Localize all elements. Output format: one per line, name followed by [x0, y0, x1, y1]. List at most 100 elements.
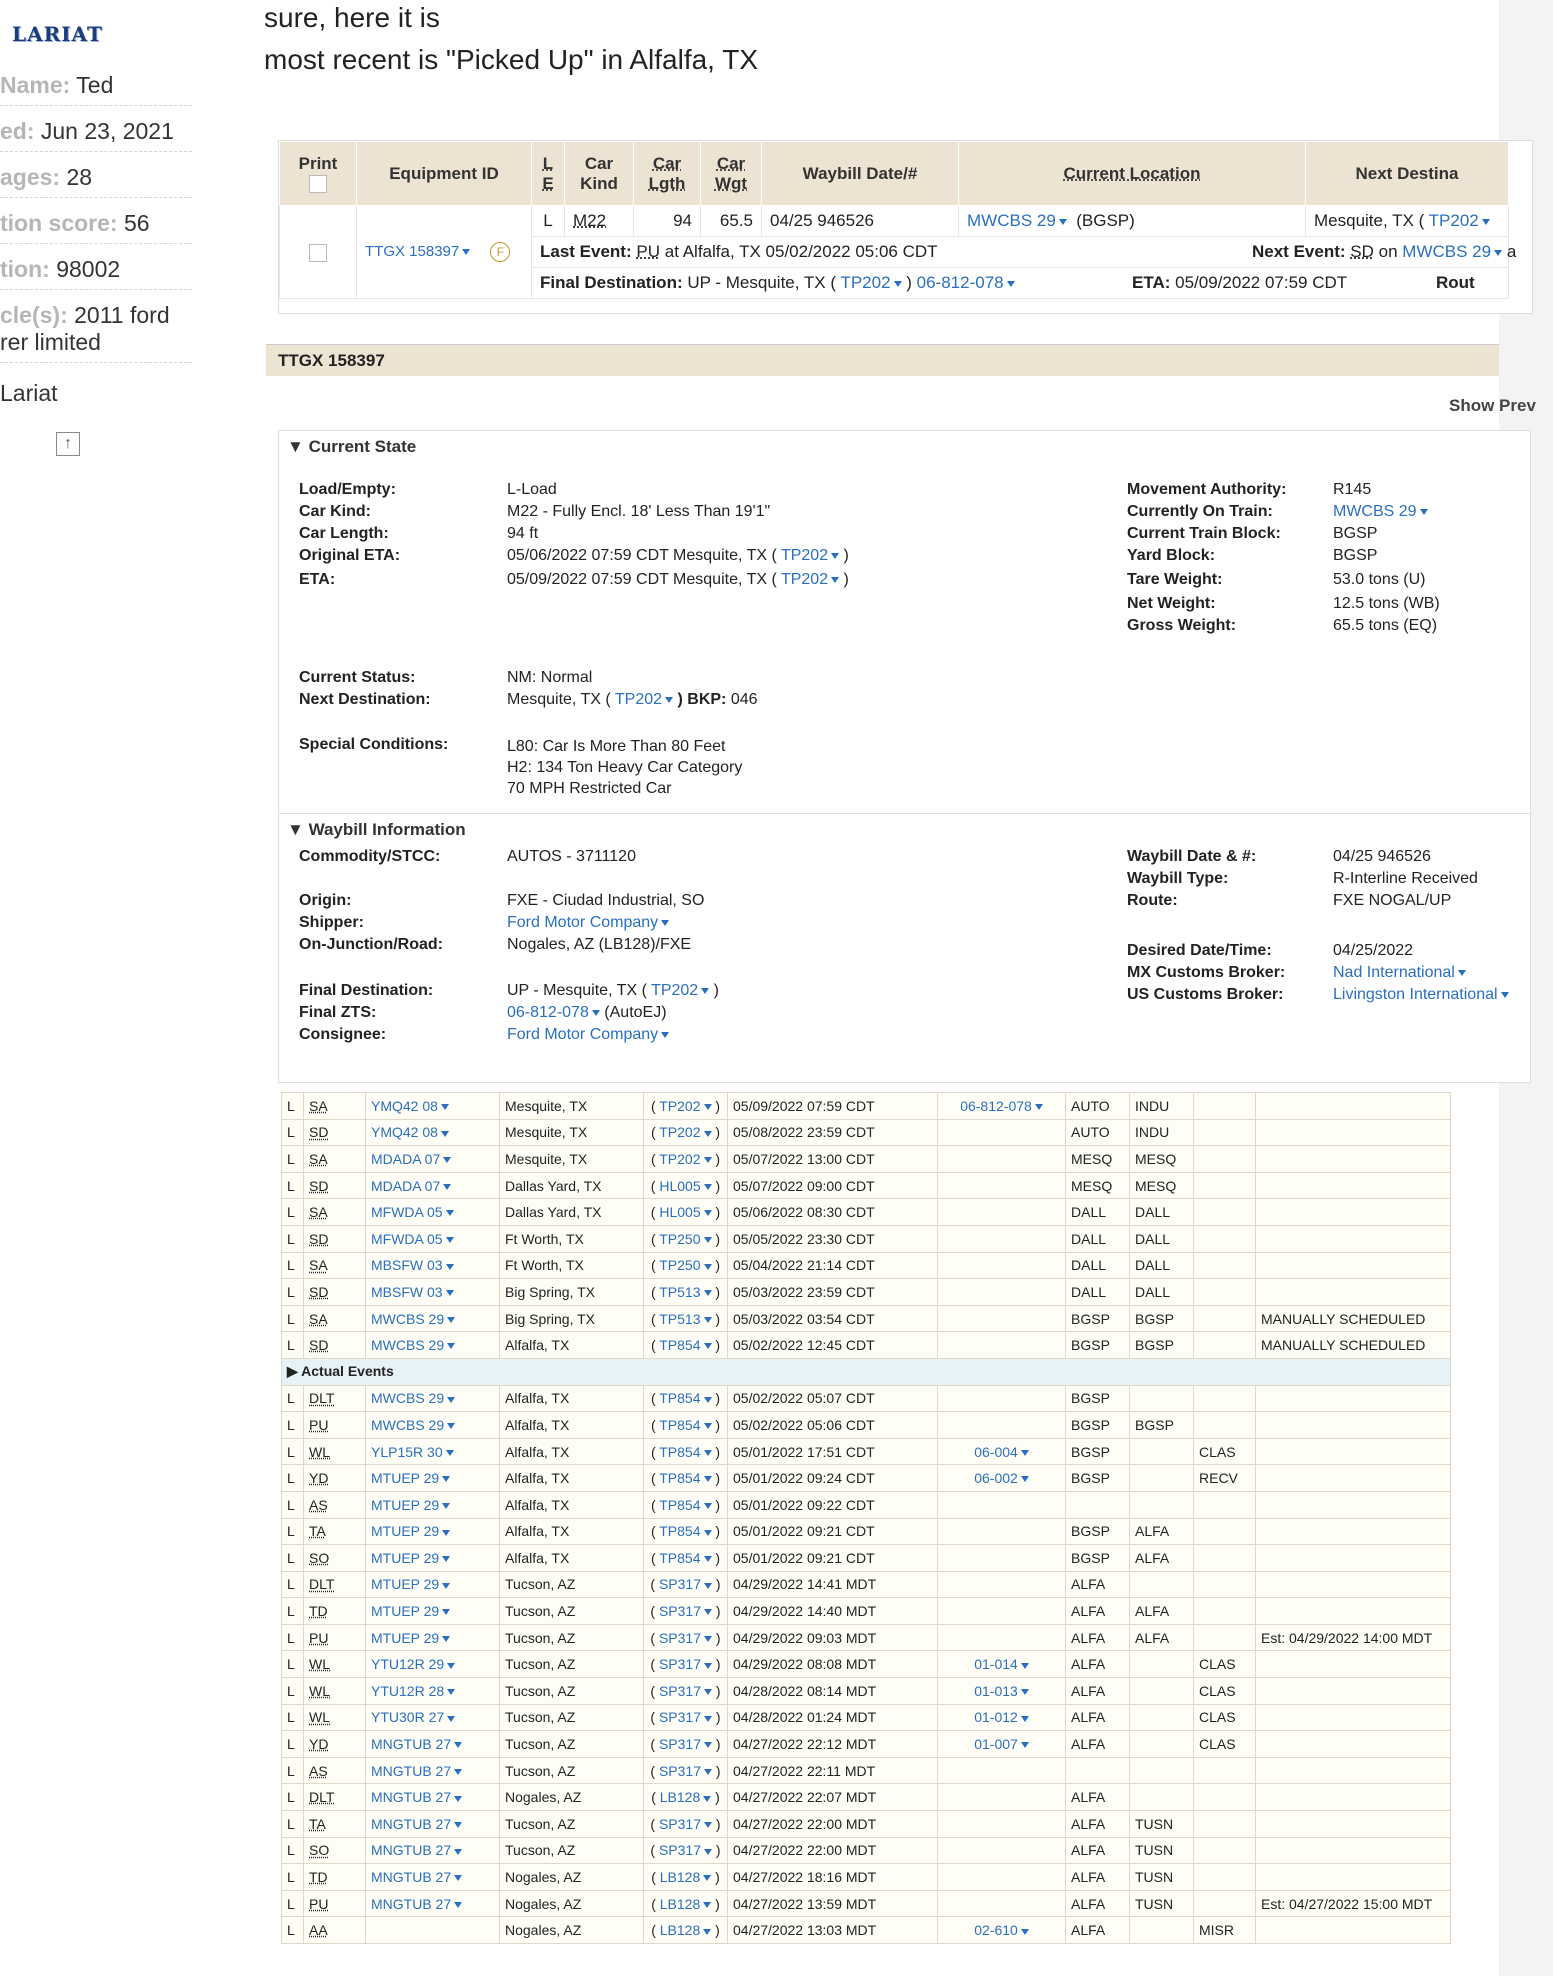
event-station-link[interactable]: SP317	[659, 1603, 701, 1619]
event-station-link[interactable]: SP317	[659, 1576, 701, 1592]
print-all-checkbox[interactable]	[309, 175, 327, 194]
dropdown-icon[interactable]	[447, 1662, 456, 1669]
dropdown-icon[interactable]	[445, 1210, 454, 1217]
dropdown-icon[interactable]	[703, 1316, 712, 1323]
dropdown-icon[interactable]	[703, 1476, 712, 1483]
dropdown-icon[interactable]	[703, 1875, 712, 1882]
event-train-link[interactable]: YMQ42 08	[371, 1124, 438, 1140]
event-station-link[interactable]: LB128	[660, 1896, 700, 1912]
dropdown-icon[interactable]	[1034, 1104, 1043, 1111]
dropdown-icon[interactable]	[704, 1715, 713, 1722]
event-station-link[interactable]: TP513	[659, 1311, 700, 1327]
dropdown-icon[interactable]	[447, 1396, 456, 1403]
row-print-checkbox[interactable]	[309, 243, 327, 262]
event-station-link[interactable]: SP317	[659, 1656, 701, 1672]
arrow-up-icon[interactable]: ↑	[56, 432, 80, 456]
event-train-link[interactable]: MNGTUB 27	[371, 1816, 451, 1832]
le-header[interactable]: L E	[531, 141, 565, 206]
waybill-right-link[interactable]: Livingston International	[1333, 986, 1498, 1003]
event-train-link[interactable]: MFWDA 05	[371, 1231, 443, 1247]
dropdown-icon[interactable]	[831, 576, 840, 583]
current-location-header[interactable]: Current Location	[958, 141, 1306, 206]
event-station-link[interactable]: TP202	[659, 1098, 700, 1114]
event-station-link[interactable]: TP854	[659, 1497, 700, 1513]
dropdown-icon[interactable]	[1020, 1928, 1029, 1935]
event-train-link[interactable]: MWCBS 29	[371, 1337, 444, 1353]
event-train-link[interactable]: MWCBS 29	[371, 1311, 444, 1327]
actual-events-section[interactable]: ▶ Actual Events	[281, 1357, 1451, 1386]
dropdown-icon[interactable]	[454, 1768, 463, 1775]
waybill-link[interactable]: Ford Motor Company	[507, 1026, 658, 1043]
dropdown-icon[interactable]	[704, 1742, 713, 1749]
dropdown-icon[interactable]	[454, 1848, 463, 1855]
event-station-link[interactable]: HL005	[659, 1178, 700, 1194]
dropdown-icon[interactable]	[661, 1031, 670, 1038]
car-wgt-header[interactable]: Car Wgt	[700, 141, 762, 206]
dropdown-icon[interactable]	[703, 1130, 712, 1137]
event-station-link[interactable]: SP317	[659, 1709, 701, 1725]
waybill-link[interactable]: 06-812-078	[507, 1004, 589, 1021]
dropdown-icon[interactable]	[704, 1822, 713, 1829]
event-station-link[interactable]: SP317	[659, 1816, 701, 1832]
dropdown-icon[interactable]	[703, 1237, 712, 1244]
event-station-link[interactable]: HL005	[659, 1204, 700, 1220]
event-train-link[interactable]: MWCBS 29	[371, 1417, 444, 1433]
dropdown-icon[interactable]	[704, 1848, 713, 1855]
event-station-link[interactable]: TP250	[659, 1231, 700, 1247]
event-train-link[interactable]: MDADA 07	[371, 1151, 440, 1167]
collapse-triangle-icon[interactable]: ▼	[287, 437, 304, 456]
dropdown-icon[interactable]	[831, 552, 840, 559]
dropdown-icon[interactable]	[591, 1009, 600, 1016]
event-train-link[interactable]: YMQ42 08	[371, 1098, 438, 1114]
dropdown-icon[interactable]	[704, 1768, 713, 1775]
state-value-link[interactable]: TP202	[781, 547, 828, 564]
waybill-header[interactable]: Waybill Date/#	[761, 141, 959, 206]
dropdown-icon[interactable]	[704, 1582, 713, 1589]
f-badge-icon[interactable]: F	[490, 242, 511, 262]
event-train-link[interactable]: YTU12R 29	[371, 1656, 444, 1672]
event-station-link[interactable]: SP317	[659, 1736, 701, 1752]
event-train-link[interactable]: MFWDA 05	[371, 1204, 443, 1220]
next-dest-link[interactable]: TP202	[615, 691, 662, 708]
dropdown-icon[interactable]	[703, 1157, 712, 1164]
final-zts-link[interactable]: 06-812-078	[917, 273, 1004, 292]
car-kind-header[interactable]: Car Kind	[564, 141, 634, 206]
dropdown-icon[interactable]	[454, 1795, 463, 1802]
event-train-link[interactable]: MNGTUB 27	[371, 1736, 451, 1752]
dropdown-icon[interactable]	[447, 1423, 456, 1430]
event-train-link[interactable]: MBSFW 03	[371, 1257, 443, 1273]
dropdown-icon[interactable]	[703, 1104, 712, 1111]
event-station-link[interactable]: LB128	[660, 1922, 700, 1938]
dropdown-icon[interactable]	[1020, 1742, 1029, 1749]
dropdown-icon[interactable]	[1020, 1715, 1029, 1722]
event-zts-link[interactable]: 01-007	[974, 1736, 1018, 1752]
dropdown-icon[interactable]	[440, 1130, 449, 1137]
dropdown-icon[interactable]	[1020, 1662, 1029, 1669]
event-train-link[interactable]: MTUEP 29	[371, 1523, 439, 1539]
dropdown-icon[interactable]	[443, 1183, 452, 1190]
event-station-link[interactable]: TP854	[659, 1390, 700, 1406]
event-train-link[interactable]: MTUEP 29	[371, 1630, 439, 1646]
event-zts-link[interactable]: 06-004	[974, 1444, 1018, 1460]
event-station-link[interactable]: TP854	[659, 1444, 700, 1460]
dropdown-icon[interactable]	[442, 1556, 451, 1563]
dropdown-icon[interactable]	[703, 1396, 712, 1403]
dropdown-icon[interactable]	[703, 1263, 712, 1270]
event-train-link[interactable]: MTUEP 29	[371, 1470, 439, 1486]
event-train-link[interactable]: MNGTUB 27	[371, 1789, 451, 1805]
dropdown-icon[interactable]	[454, 1875, 463, 1882]
event-train-link[interactable]: MNGTUB 27	[371, 1869, 451, 1885]
dropdown-icon[interactable]	[443, 1157, 452, 1164]
dropdown-icon[interactable]	[704, 1662, 713, 1669]
dropdown-icon[interactable]	[1494, 249, 1503, 256]
dropdown-icon[interactable]	[454, 1822, 463, 1829]
dropdown-icon[interactable]	[703, 1928, 712, 1935]
final-destination-link[interactable]: TP202	[840, 273, 890, 292]
dropdown-icon[interactable]	[661, 919, 670, 926]
expand-triangle-icon[interactable]: ▶	[287, 1363, 301, 1379]
event-train-link[interactable]: MTUEP 29	[371, 1603, 439, 1619]
dropdown-icon[interactable]	[703, 1183, 712, 1190]
dropdown-icon[interactable]	[703, 1795, 712, 1802]
event-train-link[interactable]: YLP15R 30	[371, 1444, 443, 1460]
dropdown-icon[interactable]	[703, 1210, 712, 1217]
